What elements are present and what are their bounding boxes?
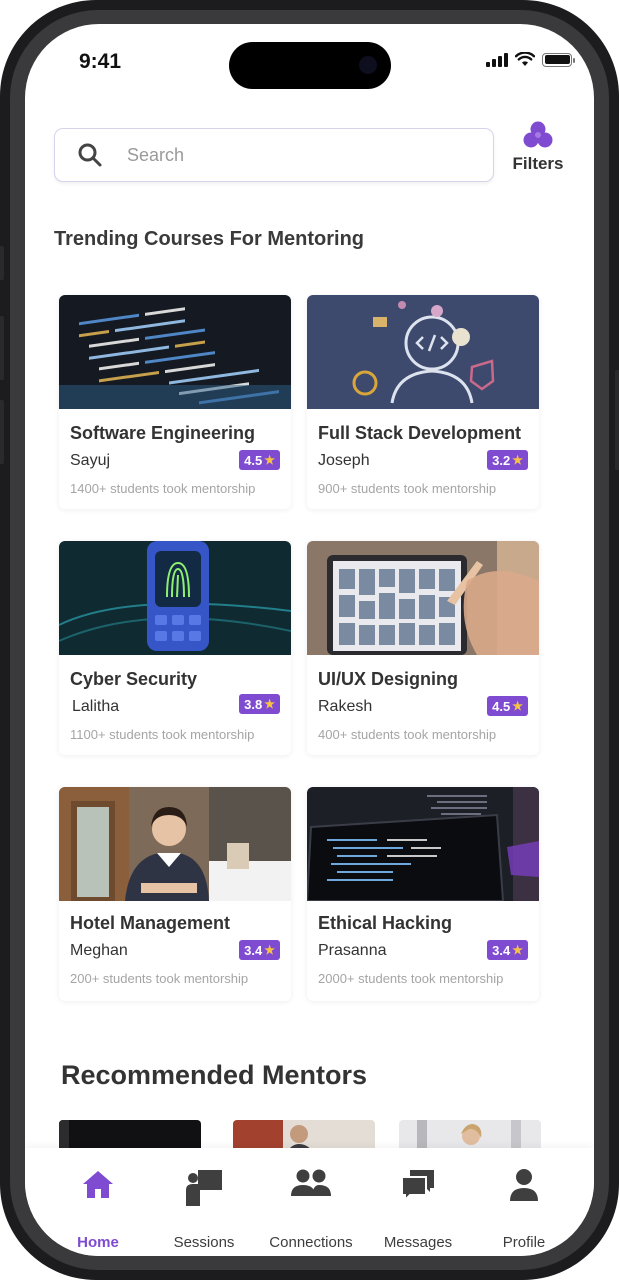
rating-value: 4.5 xyxy=(492,698,511,714)
rating-badge: 3.4 ★ xyxy=(239,940,280,960)
tab-connections[interactable]: Connections xyxy=(256,1148,366,1256)
cellular-signal-icon xyxy=(486,52,508,67)
course-card[interactable]: Full Stack Development Joseph 3.2 ★ 900+ … xyxy=(307,295,539,509)
rating-value: 4.5 xyxy=(244,452,263,468)
phone-frame: 9:41 Search Filters Trending Courses For… xyxy=(0,0,619,1280)
camera-icon xyxy=(359,56,377,74)
hotel-staff-image xyxy=(59,787,291,901)
status-time: 9:41 xyxy=(79,50,122,73)
course-students: 1100+ students took mentorship xyxy=(70,727,255,742)
course-mentor: Prasanna xyxy=(318,942,387,959)
tab-sessions[interactable]: Sessions xyxy=(149,1148,259,1256)
course-mentor: Lalitha xyxy=(72,698,120,715)
course-students: 400+ students took mentorship xyxy=(318,727,497,742)
app-screen: 9:41 Search Filters Trending Courses For… xyxy=(25,24,594,1256)
course-mentor: Sayuj xyxy=(70,452,111,469)
trending-title: Trending Courses For Mentoring xyxy=(54,228,365,250)
course-students: 200+ students took mentorship xyxy=(70,971,249,986)
rating-value: 3.2 xyxy=(492,452,511,468)
course-title: Full Stack Development xyxy=(318,423,522,443)
volume-down-button xyxy=(0,400,4,464)
status-icons xyxy=(486,52,575,67)
search-bar[interactable] xyxy=(54,128,494,182)
search-icon xyxy=(78,143,102,167)
tab-label: Connections xyxy=(269,1234,353,1251)
filters-label: Filters xyxy=(512,154,564,173)
course-title: UI/UX Designing xyxy=(318,669,459,689)
filters-button[interactable]: Filters xyxy=(505,120,571,184)
laptop-code-image xyxy=(307,787,539,901)
fingerprint-image xyxy=(59,541,291,655)
tab-label: Home xyxy=(77,1234,119,1251)
course-mentor: Rakesh xyxy=(318,698,373,715)
course-card[interactable]: Cyber Security Lalitha 3.8 ★ 1100+ studen… xyxy=(59,541,291,755)
star-icon: ★ xyxy=(264,943,275,957)
course-students: 1400+ students took mentorship xyxy=(70,481,256,496)
wifi-icon xyxy=(515,52,535,66)
rating-value: 3.8 xyxy=(244,696,263,712)
rating-badge: 4.5 ★ xyxy=(487,696,528,716)
tab-messages[interactable]: Messages xyxy=(363,1148,473,1256)
tab-label: Messages xyxy=(383,1234,453,1251)
rating-value: 3.4 xyxy=(492,942,511,958)
dynamic-island xyxy=(229,42,391,89)
course-card[interactable]: Ethical Hacking Prasanna 3.4 ★ 2000+ stud… xyxy=(307,787,539,1001)
tablet-design-image xyxy=(307,541,539,655)
filters-icon xyxy=(523,121,553,148)
code-screen-image xyxy=(59,295,291,409)
bottom-tab-bar: Home Sessions Connections Messages Profi… xyxy=(25,1148,594,1256)
tab-profile[interactable]: Profile xyxy=(469,1148,579,1256)
rating-value: 3.4 xyxy=(244,942,263,958)
recommended-title: Recommended Mentors xyxy=(61,1060,368,1090)
course-mentor: Meghan xyxy=(70,942,128,959)
profile-icon xyxy=(510,1169,538,1201)
tab-label: Profile xyxy=(502,1234,546,1251)
course-title: Hotel Management xyxy=(70,913,231,933)
star-icon: ★ xyxy=(264,697,275,711)
rating-badge: 3.8 ★ xyxy=(239,694,280,714)
course-students: 900+ students took mentorship xyxy=(318,481,497,496)
search-input[interactable] xyxy=(127,142,467,168)
course-card[interactable]: Hotel Management Meghan 3.4 ★ 200+ studen… xyxy=(59,787,291,1001)
sessions-icon xyxy=(186,1170,222,1206)
star-icon: ★ xyxy=(512,699,523,713)
star-icon: ★ xyxy=(264,453,275,467)
developer-illustration-image xyxy=(307,295,539,409)
action-button xyxy=(0,246,4,280)
tab-home[interactable]: Home xyxy=(43,1148,153,1256)
course-title: Cyber Security xyxy=(70,669,198,689)
messages-icon xyxy=(401,1170,434,1202)
home-icon xyxy=(83,1171,113,1198)
course-title: Ethical Hacking xyxy=(318,913,453,933)
course-students: 2000+ students took mentorship xyxy=(318,971,504,986)
tab-label: Sessions xyxy=(173,1234,235,1251)
course-card[interactable]: Software Engineering Sayuj 4.5 ★ 1400+ st… xyxy=(59,295,291,509)
star-icon: ★ xyxy=(512,453,523,467)
rating-badge: 3.4 ★ xyxy=(487,940,528,960)
battery-icon xyxy=(542,52,575,67)
course-mentor: Joseph xyxy=(318,452,370,469)
rating-badge: 4.5 ★ xyxy=(239,450,280,470)
power-button xyxy=(615,370,619,470)
connections-icon xyxy=(291,1169,331,1196)
course-title: Software Engineering xyxy=(70,423,256,443)
rating-badge: 3.2 ★ xyxy=(487,450,528,470)
course-card[interactable]: UI/UX Designing Rakesh 4.5 ★ 400+ student… xyxy=(307,541,539,755)
star-icon: ★ xyxy=(512,943,523,957)
volume-up-button xyxy=(0,316,4,380)
